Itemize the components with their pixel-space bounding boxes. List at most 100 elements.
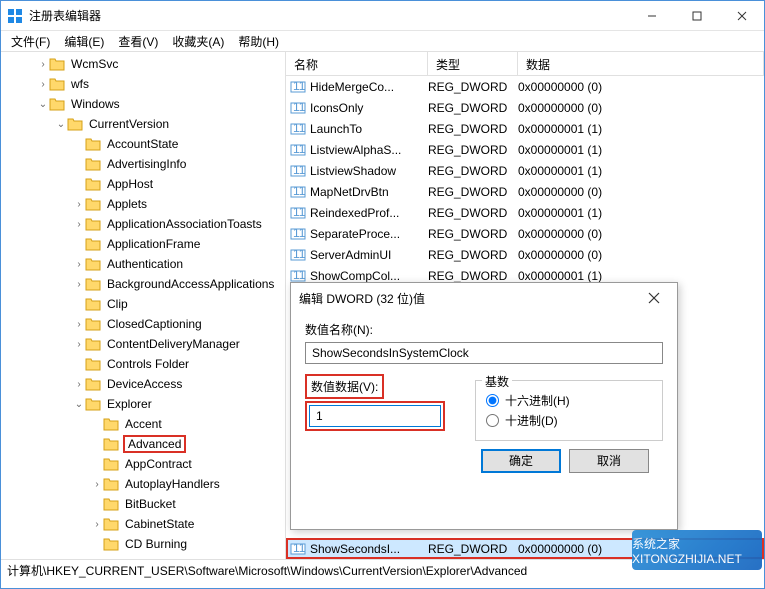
collapse-icon[interactable]: ⌄ bbox=[55, 119, 67, 130]
menu-favorites[interactable]: 收藏夹(A) bbox=[166, 31, 230, 52]
tree-label[interactable]: Applets bbox=[105, 197, 149, 211]
tree-label[interactable]: DeviceAccess bbox=[105, 377, 184, 391]
tree-item[interactable]: AdvertisingInfo bbox=[1, 154, 285, 174]
close-button[interactable] bbox=[719, 1, 764, 31]
tree-item[interactable]: ⌄ Windows bbox=[1, 94, 285, 114]
tree-item[interactable]: › wfs bbox=[1, 74, 285, 94]
tree-label[interactable]: ContentDeliveryManager bbox=[105, 337, 242, 351]
tree-item[interactable]: AppContract bbox=[1, 454, 285, 474]
cell-name: ListviewAlphaS... bbox=[310, 143, 428, 157]
list-row[interactable]: 110ReindexedProf...REG_DWORD0x00000001 (… bbox=[286, 202, 764, 223]
menu-edit[interactable]: 编辑(E) bbox=[58, 31, 110, 52]
tree-label[interactable]: Clip bbox=[105, 297, 130, 311]
value-name-input[interactable] bbox=[305, 342, 663, 364]
tree-label[interactable]: AppContract bbox=[123, 457, 194, 471]
collapse-icon[interactable]: ⌄ bbox=[73, 399, 85, 410]
tree-item[interactable]: Accent bbox=[1, 414, 285, 434]
tree-item[interactable]: › Authentication bbox=[1, 254, 285, 274]
cell-type: REG_DWORD bbox=[428, 248, 518, 262]
tree-label[interactable]: AccountState bbox=[105, 137, 180, 151]
list-row[interactable]: 110SeparateProce...REG_DWORD0x00000000 (… bbox=[286, 223, 764, 244]
tree-item[interactable]: AppHost bbox=[1, 174, 285, 194]
menu-view[interactable]: 查看(V) bbox=[112, 31, 164, 52]
radix-hex-radio[interactable] bbox=[486, 394, 499, 407]
tree-item[interactable]: › ApplicationAssociationToasts bbox=[1, 214, 285, 234]
col-header-data[interactable]: 数据 bbox=[518, 52, 764, 75]
status-path: 计算机\HKEY_CURRENT_USER\Software\Microsoft… bbox=[7, 562, 527, 579]
tree-label[interactable]: AutoplayHandlers bbox=[123, 477, 222, 491]
expand-icon[interactable]: › bbox=[91, 519, 103, 530]
tree-label[interactable]: ApplicationAssociationToasts bbox=[105, 217, 264, 231]
menu-help[interactable]: 帮助(H) bbox=[232, 31, 285, 52]
tree-pane[interactable]: ›WcmSvc›wfs⌄Windows⌄CurrentVersionAccoun… bbox=[1, 52, 286, 559]
tree-item[interactable]: › Applets bbox=[1, 194, 285, 214]
tree-label[interactable]: Controls Folder bbox=[105, 357, 191, 371]
expand-icon[interactable]: › bbox=[73, 259, 85, 270]
expand-icon[interactable]: › bbox=[73, 199, 85, 210]
tree-label[interactable]: ApplicationFrame bbox=[105, 237, 202, 251]
tree-label[interactable]: BackgroundAccessApplications bbox=[105, 277, 276, 291]
tree-label[interactable]: Authentication bbox=[105, 257, 185, 271]
expand-icon[interactable]: › bbox=[37, 59, 49, 70]
tree-label[interactable]: Accent bbox=[123, 417, 164, 431]
tree-label[interactable]: Explorer bbox=[105, 397, 154, 411]
dialog-close-button[interactable] bbox=[639, 283, 669, 313]
value-data-input[interactable] bbox=[309, 405, 441, 427]
tree-item[interactable]: ApplicationFrame bbox=[1, 234, 285, 254]
dialog-titlebar[interactable]: 编辑 DWORD (32 位)值 bbox=[291, 283, 677, 313]
tree-item[interactable]: › ContentDeliveryManager bbox=[1, 334, 285, 354]
tree-label[interactable]: BitBucket bbox=[123, 497, 178, 511]
list-row[interactable]: 110MapNetDrvBtnREG_DWORD0x00000000 (0) bbox=[286, 181, 764, 202]
tree-label[interactable]: WcmSvc bbox=[69, 57, 120, 71]
tree-item[interactable]: › DeviceAccess bbox=[1, 374, 285, 394]
list-row[interactable]: 110ListviewAlphaS...REG_DWORD0x00000001 … bbox=[286, 139, 764, 160]
tree-label[interactable]: AppHost bbox=[105, 177, 155, 191]
tree-item[interactable]: › CabinetState bbox=[1, 514, 285, 534]
radix-dec-radio[interactable] bbox=[486, 414, 499, 427]
expand-icon[interactable]: › bbox=[91, 479, 103, 490]
tree-label[interactable]: Windows bbox=[69, 97, 122, 111]
cancel-button[interactable]: 取消 bbox=[569, 449, 649, 473]
tree-label[interactable]: CurrentVersion bbox=[87, 117, 171, 131]
list-row[interactable]: 110IconsOnlyREG_DWORD0x00000000 (0) bbox=[286, 97, 764, 118]
tree-item[interactable]: ⌄ CurrentVersion bbox=[1, 114, 285, 134]
tree-label[interactable]: ClosedCaptioning bbox=[105, 317, 204, 331]
tree-item[interactable]: CD Burning bbox=[1, 534, 285, 554]
list-row[interactable]: 110LaunchToREG_DWORD0x00000001 (1) bbox=[286, 118, 764, 139]
menu-file[interactable]: 文件(F) bbox=[5, 31, 56, 52]
tree-item[interactable]: Advanced bbox=[1, 434, 285, 454]
minimize-button[interactable] bbox=[629, 1, 674, 31]
tree-item[interactable]: BitBucket bbox=[1, 494, 285, 514]
tree-label[interactable]: CabinetState bbox=[123, 517, 196, 531]
tree-item[interactable]: › WcmSvc bbox=[1, 54, 285, 74]
expand-icon[interactable]: › bbox=[73, 219, 85, 230]
radix-dec-option[interactable]: 十进制(D) bbox=[486, 412, 652, 429]
list-row[interactable]: 110ListviewShadowREG_DWORD0x00000001 (1) bbox=[286, 160, 764, 181]
expand-icon[interactable]: › bbox=[37, 79, 49, 90]
col-header-name[interactable]: 名称 bbox=[286, 52, 428, 75]
tree-item[interactable]: › AutoplayHandlers bbox=[1, 474, 285, 494]
radix-hex-option[interactable]: 十六进制(H) bbox=[486, 392, 652, 409]
tree-item[interactable]: › BackgroundAccessApplications bbox=[1, 274, 285, 294]
tree-item[interactable]: › ClosedCaptioning bbox=[1, 314, 285, 334]
tree-item[interactable]: ⌄ Explorer bbox=[1, 394, 285, 414]
tree-label[interactable]: AdvertisingInfo bbox=[105, 157, 188, 171]
list-row[interactable]: 110ServerAdminUIREG_DWORD0x00000000 (0) bbox=[286, 244, 764, 265]
tree-item[interactable]: Controls Folder bbox=[1, 354, 285, 374]
tree-label[interactable]: Advanced bbox=[123, 435, 186, 453]
ok-button[interactable]: 确定 bbox=[481, 449, 561, 473]
cell-data: 0x00000000 (0) bbox=[518, 101, 764, 115]
expand-icon[interactable]: › bbox=[73, 279, 85, 290]
expand-icon[interactable]: › bbox=[73, 319, 85, 330]
folder-icon bbox=[49, 57, 65, 71]
list-row[interactable]: 110HideMergeCo...REG_DWORD0x00000000 (0) bbox=[286, 76, 764, 97]
tree-item[interactable]: Clip bbox=[1, 294, 285, 314]
col-header-type[interactable]: 类型 bbox=[428, 52, 518, 75]
expand-icon[interactable]: › bbox=[73, 339, 85, 350]
tree-label[interactable]: wfs bbox=[69, 77, 91, 91]
collapse-icon[interactable]: ⌄ bbox=[37, 99, 49, 110]
expand-icon[interactable]: › bbox=[73, 379, 85, 390]
tree-label[interactable]: CD Burning bbox=[123, 537, 189, 551]
tree-item[interactable]: AccountState bbox=[1, 134, 285, 154]
maximize-button[interactable] bbox=[674, 1, 719, 31]
